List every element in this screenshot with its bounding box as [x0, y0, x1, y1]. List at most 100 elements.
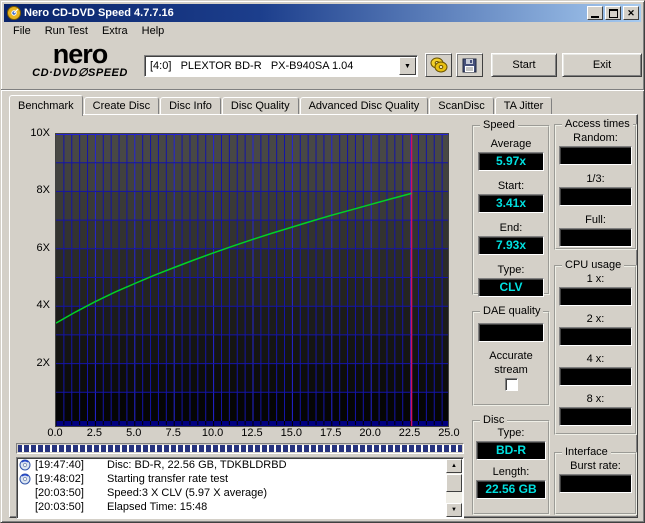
- x-tick-label: 25.0: [438, 427, 460, 439]
- tab-benchmark[interactable]: Benchmark: [9, 95, 83, 116]
- average-speed-display: 5.97x: [478, 152, 544, 171]
- interface-panel: Interface Burst rate:: [554, 446, 637, 515]
- log-time: [20:03:50]: [35, 501, 84, 513]
- full-access-display: [559, 228, 632, 247]
- y-tick-label: 6X: [36, 242, 50, 254]
- disc-length-display: 22.56 GB: [476, 480, 546, 499]
- drive-select[interactable]: [4:0] PLEXTOR BD-R PX-B940SA 1.04 ▼: [144, 55, 418, 77]
- panel-title: Interface: [562, 446, 611, 458]
- average-label: Average: [490, 138, 532, 150]
- scroll-up-button[interactable]: ▲: [446, 459, 462, 473]
- log-time: [19:48:02]: [35, 473, 84, 485]
- disc-info-icon: [19, 459, 31, 471]
- tab-create-disc[interactable]: Create Disc: [83, 97, 160, 115]
- log-time: [19:47:40]: [35, 459, 84, 471]
- x-tick-label: 22.5: [398, 427, 421, 439]
- disc-panel: Disc Type: BD-R Length: 22.56 GB: [472, 414, 550, 515]
- cpu-8x-label: 8 x:: [586, 393, 605, 405]
- random-label: Random:: [573, 132, 618, 144]
- scroll-down-button[interactable]: ▼: [446, 503, 462, 517]
- panel-title: DAE quality: [480, 305, 544, 317]
- maximize-button[interactable]: [605, 6, 621, 20]
- cpu-4x-label: 4 x:: [586, 353, 605, 365]
- disc-type-label: Type:: [497, 427, 525, 439]
- end-label: End:: [499, 222, 523, 234]
- cpu-usage-panel: CPU usage 1 x: 2 x: 4 x: 8 x:: [554, 259, 637, 435]
- panel-title: Speed: [480, 119, 518, 131]
- cpu-2x-label: 2 x:: [586, 313, 605, 325]
- arrow-up-icon: ▲: [451, 463, 457, 469]
- header: nero CD·DVD∅SPEED [4:0] PLEXTOR BD-R PX-…: [4, 39, 642, 89]
- x-tick-label: 12.5: [241, 427, 263, 439]
- log-scrollbar[interactable]: ▲ ▼: [446, 459, 462, 517]
- one-third-label: 1/3:: [586, 173, 605, 185]
- disc-length-label: Length:: [492, 466, 530, 478]
- start-button[interactable]: Start: [491, 53, 557, 77]
- minimize-button[interactable]: [587, 6, 603, 20]
- y-tick-label: 8X: [36, 184, 50, 196]
- app-window: Nero CD-DVD Speed 4.7.7.16 ✕ File Run Te…: [0, 0, 645, 523]
- arrow-down-icon: ▼: [451, 507, 457, 513]
- access-times-panel: Access times Random: 1/3: Full:: [554, 118, 637, 250]
- test-progress-bar: [16, 443, 464, 454]
- log-line: [19:47:40] Disc: BD-R, 22.56 GB, TDKBLDR…: [17, 458, 463, 472]
- minimize-icon: [591, 15, 599, 18]
- cpu-1x-display: [559, 287, 632, 306]
- divider: [1, 89, 644, 91]
- tab-scandisc[interactable]: ScanDisc: [429, 97, 494, 115]
- x-tick-label: 10.0: [201, 427, 224, 439]
- chevron-down-icon[interactable]: ▼: [399, 57, 416, 75]
- dae-quality-panel: DAE quality Accurate stream: [472, 305, 550, 406]
- log-line: [19:48:02] Starting transfer rate test: [17, 472, 463, 486]
- accurate-stream-checkbox[interactable]: [504, 378, 518, 391]
- cdspeed-logo-word: CD·DVD∅SPEED: [32, 67, 128, 79]
- disc-type-display: BD-R: [476, 441, 546, 460]
- cpu-8x-display: [559, 407, 632, 426]
- x-tick-label: 20.0: [359, 427, 381, 439]
- drive-select-value: [4:0] PLEXTOR BD-R PX-B940SA 1.04: [150, 60, 354, 72]
- menu-extra[interactable]: Extra: [95, 23, 135, 39]
- nero-logo: nero CD·DVD∅SPEED: [20, 39, 140, 80]
- accurate-stream-label-2: stream: [494, 364, 528, 376]
- log-text: Elapsed Time: 15:48: [107, 501, 208, 513]
- random-access-display: [559, 146, 632, 165]
- burst-rate-label: Burst rate:: [570, 460, 621, 472]
- scroll-thumb[interactable]: [446, 474, 462, 492]
- start-label: Start:: [497, 180, 525, 192]
- end-speed-display: 7.93x: [478, 236, 544, 255]
- x-tick-label: 0.0: [47, 427, 63, 439]
- save-button[interactable]: [456, 53, 483, 77]
- type-label: Type:: [497, 264, 525, 276]
- one-third-access-display: [559, 187, 632, 206]
- exit-button[interactable]: Exit: [562, 53, 642, 77]
- speed-type-display: CLV: [478, 278, 544, 297]
- disc-tools-button[interactable]: [425, 53, 452, 77]
- close-button[interactable]: ✕: [623, 6, 639, 20]
- menu-help[interactable]: Help: [135, 23, 172, 39]
- maximize-icon: [608, 8, 618, 18]
- x-tick-label: 15.0: [280, 427, 303, 439]
- start-speed-display: 3.41x: [478, 194, 544, 213]
- accurate-stream-label-1: Accurate: [489, 350, 533, 362]
- menu-file[interactable]: File: [6, 23, 38, 39]
- y-tick-label: 4X: [36, 299, 50, 311]
- app-icon: [7, 6, 21, 20]
- tab-strip: Benchmark Create Disc Disc Info Disc Qua…: [9, 94, 553, 116]
- transfer-rate-chart: [55, 133, 449, 427]
- log-text: Disc: BD-R, 22.56 GB, TDKBLDRBD: [107, 459, 287, 471]
- tab-ta-jitter[interactable]: TA Jitter: [494, 97, 553, 115]
- y-tick-label: 2X: [36, 357, 50, 369]
- nero-logo-word: nero: [52, 39, 109, 69]
- tab-disc-quality[interactable]: Disc Quality: [221, 97, 299, 115]
- x-tick-label: 2.5: [86, 427, 103, 439]
- tab-disc-info[interactable]: Disc Info: [160, 97, 221, 115]
- log-text: Speed:3 X CLV (5.97 X average): [107, 487, 268, 499]
- discs-icon: [430, 57, 447, 73]
- log-line: [20:03:50] Speed:3 X CLV (5.97 X average…: [17, 486, 463, 500]
- tab-advanced-disc-quality[interactable]: Advanced Disc Quality: [299, 97, 429, 115]
- log-time: [20:03:50]: [35, 487, 84, 499]
- menu-run-test[interactable]: Run Test: [38, 23, 95, 39]
- cpu-4x-display: [559, 367, 632, 386]
- log-box[interactable]: [19:47:40] Disc: BD-R, 22.56 GB, TDKBLDR…: [16, 457, 464, 519]
- panel-title: Disc: [480, 414, 508, 426]
